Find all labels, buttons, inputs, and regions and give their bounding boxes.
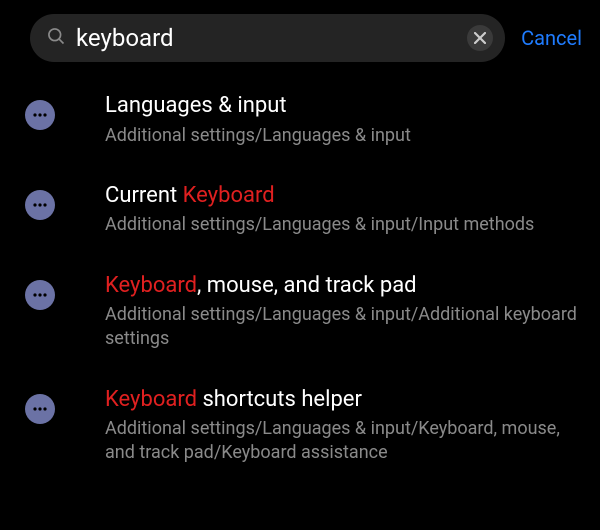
- result-path: Additional settings/Languages & input: [105, 124, 580, 148]
- search-box[interactable]: [30, 14, 505, 62]
- more-icon: [25, 100, 55, 130]
- more-icon: [25, 280, 55, 310]
- result-path: Additional settings/Languages & input/Ad…: [105, 303, 580, 352]
- result-path: Additional settings/Languages & input/Ke…: [105, 417, 580, 466]
- result-path: Additional settings/Languages & input/In…: [105, 213, 580, 237]
- result-title: Keyboard shortcuts helper: [105, 386, 580, 414]
- close-icon: [474, 29, 486, 48]
- result-text: Keyboard, mouse, and track pad Additiona…: [105, 272, 580, 352]
- more-icon: [25, 394, 55, 424]
- cancel-button[interactable]: Cancel: [521, 22, 582, 54]
- search-input[interactable]: [66, 24, 467, 52]
- search-icon: [46, 26, 66, 50]
- result-text: Keyboard shortcuts helper Additional set…: [105, 386, 580, 466]
- search-result-item[interactable]: Languages & input Additional settings/La…: [25, 92, 580, 148]
- search-result-item[interactable]: Keyboard, mouse, and track pad Additiona…: [25, 272, 580, 352]
- result-title: Current Keyboard: [105, 182, 580, 210]
- more-icon: [25, 190, 55, 220]
- result-title: Languages & input: [105, 92, 580, 120]
- search-result-item[interactable]: Keyboard shortcuts helper Additional set…: [25, 386, 580, 466]
- result-title: Keyboard, mouse, and track pad: [105, 272, 580, 300]
- clear-search-button[interactable]: [467, 25, 493, 51]
- search-results-list: Languages & input Additional settings/La…: [0, 62, 600, 466]
- search-result-item[interactable]: Current Keyboard Additional settings/Lan…: [25, 182, 580, 238]
- result-text: Languages & input Additional settings/La…: [105, 92, 580, 148]
- result-text: Current Keyboard Additional settings/Lan…: [105, 182, 580, 238]
- search-bar-row: Cancel: [0, 0, 600, 62]
